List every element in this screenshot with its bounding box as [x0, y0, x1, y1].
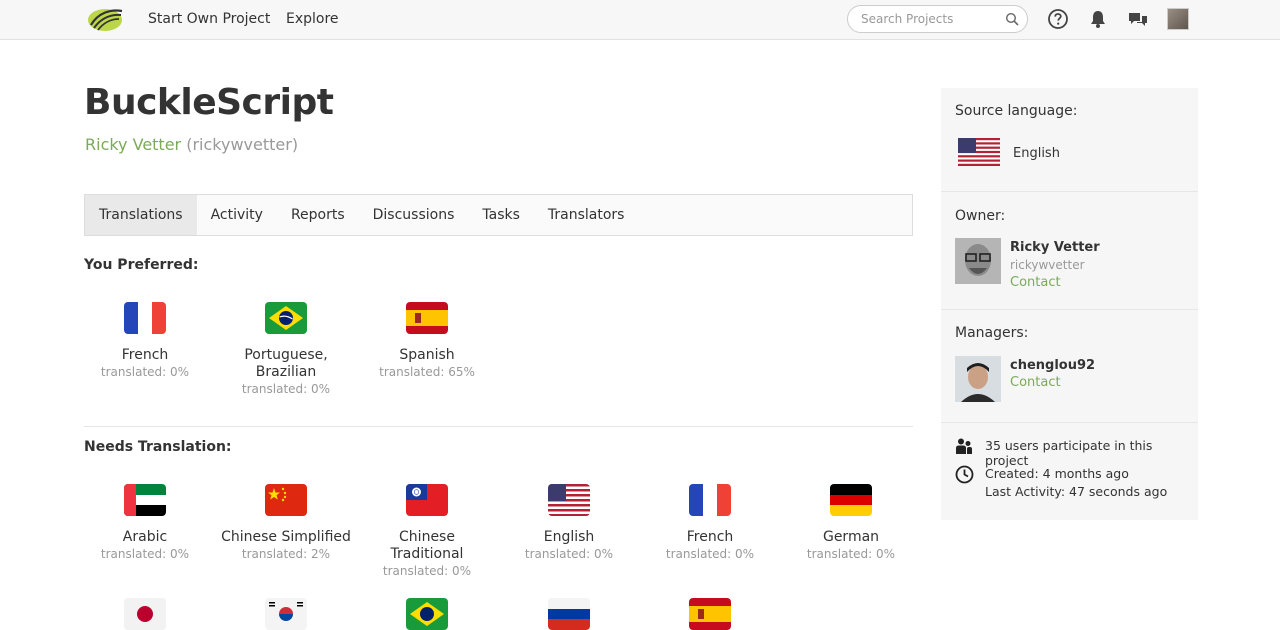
help-icon[interactable] [1047, 8, 1069, 30]
us-flag-icon [958, 138, 1000, 166]
section-divider [84, 426, 913, 427]
kr-flag-icon [265, 598, 307, 630]
crowdin-logo[interactable] [86, 5, 124, 33]
source-language-label: Source language: [955, 103, 1078, 119]
language-name: French [121, 347, 169, 363]
es-flag-icon [406, 302, 448, 334]
language-card-russian[interactable] [504, 598, 634, 630]
owner-username-small: rickywvetter [1010, 258, 1085, 272]
search-input[interactable] [861, 12, 1006, 26]
preferred-heading: You Preferred: [84, 257, 199, 273]
language-name: Arabic [122, 529, 168, 545]
messages-chat-icon[interactable] [1127, 8, 1149, 30]
source-language-section: Source language: English [941, 88, 1198, 192]
manager-avatar[interactable] [955, 356, 1001, 402]
language-progress: translated: 0% [100, 547, 190, 561]
ae-flag-icon [124, 484, 166, 516]
top-navbar: Start Own Project Explore [0, 0, 1280, 40]
tab-activity[interactable]: Activity [197, 195, 277, 235]
language-name: English [543, 529, 595, 545]
tab-translators[interactable]: Translators [534, 195, 639, 235]
fr-flag-icon [124, 302, 166, 334]
participants-count: 35 users participate in this project [985, 438, 1153, 468]
user-avatar[interactable] [1167, 8, 1189, 30]
manager-contact-link[interactable]: Contact [1010, 375, 1061, 390]
es-flag-icon [689, 598, 731, 630]
language-progress: translated: 0% [382, 564, 472, 578]
owner-contact-link[interactable]: Contact [1010, 275, 1061, 290]
language-card-japanese[interactable] [80, 598, 210, 630]
search-icon[interactable] [1005, 12, 1019, 26]
created-date: Created: 4 months ago [985, 466, 1129, 481]
language-card-spanish-2[interactable] [645, 598, 775, 630]
language-name: French [686, 529, 734, 545]
language-card-portuguese-brazilian[interactable]: Portuguese, Brazilian translated: 0% [221, 302, 351, 398]
language-card-korean[interactable] [221, 598, 351, 630]
tab-reports[interactable]: Reports [277, 195, 359, 235]
fr-flag-icon [689, 484, 731, 516]
cn-flag-icon [265, 484, 307, 516]
language-card-french[interactable]: French translated: 0% [80, 302, 210, 381]
needs-translation-heading: Needs Translation: [84, 439, 232, 455]
source-language-name: English [1013, 146, 1060, 161]
language-name: Chinese Traditional [390, 529, 464, 562]
language-name: Portuguese, Brazilian [244, 347, 328, 380]
language-card-arabic[interactable]: Arabic translated: 0% [80, 484, 210, 563]
owner-username: (rickywvetter) [186, 135, 299, 154]
language-card-english[interactable]: English translated: 0% [504, 484, 634, 563]
tab-discussions[interactable]: Discussions [359, 195, 469, 235]
start-own-project-link[interactable]: Start Own Project [148, 11, 270, 27]
project-stats-section: 35 users participate in this project Cre… [941, 423, 1198, 520]
language-progress: translated: 0% [524, 547, 614, 561]
de-flag-icon [830, 484, 872, 516]
language-name: Chinese Simplified [221, 529, 351, 545]
managers-label: Managers: [955, 325, 1029, 341]
notifications-bell-icon[interactable] [1087, 8, 1109, 30]
project-tabs: Translations Activity Reports Discussion… [84, 194, 913, 236]
jp-flag-icon [124, 598, 166, 630]
language-progress: translated: 0% [241, 382, 331, 396]
project-title: BuckleScript [84, 82, 334, 123]
tab-tasks[interactable]: Tasks [468, 195, 534, 235]
language-card-french-2[interactable]: French translated: 0% [645, 484, 775, 563]
owner-name-link[interactable]: Ricky Vetter [85, 135, 181, 154]
project-sidebar: Source language: English Owner: Ricky Ve… [941, 88, 1198, 520]
language-progress: translated: 0% [665, 547, 755, 561]
owner-avatar[interactable] [955, 238, 1001, 284]
language-name: German [822, 529, 880, 545]
language-progress: translated: 65% [379, 365, 475, 379]
language-progress: translated: 2% [241, 547, 331, 561]
owner-section: Owner: Ricky Vetter rickywvetter Contact [941, 192, 1198, 310]
manager-name[interactable]: chenglou92 [1010, 358, 1095, 373]
search-box[interactable] [847, 5, 1028, 33]
managers-section: Managers: chenglou92 Contact [941, 310, 1198, 423]
owner-display-name[interactable]: Ricky Vetter [1010, 240, 1100, 255]
language-card-spanish[interactable]: Spanish translated: 65% [362, 302, 492, 381]
users-icon [956, 438, 972, 454]
language-card-portuguese-brazilian-2[interactable] [362, 598, 492, 630]
language-progress: translated: 0% [806, 547, 896, 561]
clock-icon [955, 465, 974, 484]
language-progress: translated: 0% [100, 365, 190, 379]
tab-translations[interactable]: Translations [85, 195, 197, 235]
owner-label: Owner: [955, 208, 1006, 224]
project-owner: Ricky Vetter (rickywvetter) [85, 135, 298, 154]
br-flag-icon [265, 302, 307, 334]
language-card-german[interactable]: German translated: 0% [786, 484, 916, 563]
language-name: Spanish [399, 347, 455, 363]
last-activity: Last Activity: 47 seconds ago [985, 484, 1168, 499]
ru-flag-icon [548, 598, 590, 630]
language-card-chinese-simplified[interactable]: Chinese Simplified translated: 2% [221, 484, 351, 563]
tw-flag-icon [406, 484, 448, 516]
br-flag-icon [406, 598, 448, 630]
language-card-chinese-traditional[interactable]: Chinese Traditional translated: 0% [362, 484, 492, 580]
explore-link[interactable]: Explore [286, 11, 339, 27]
us-flag-icon [548, 484, 590, 516]
